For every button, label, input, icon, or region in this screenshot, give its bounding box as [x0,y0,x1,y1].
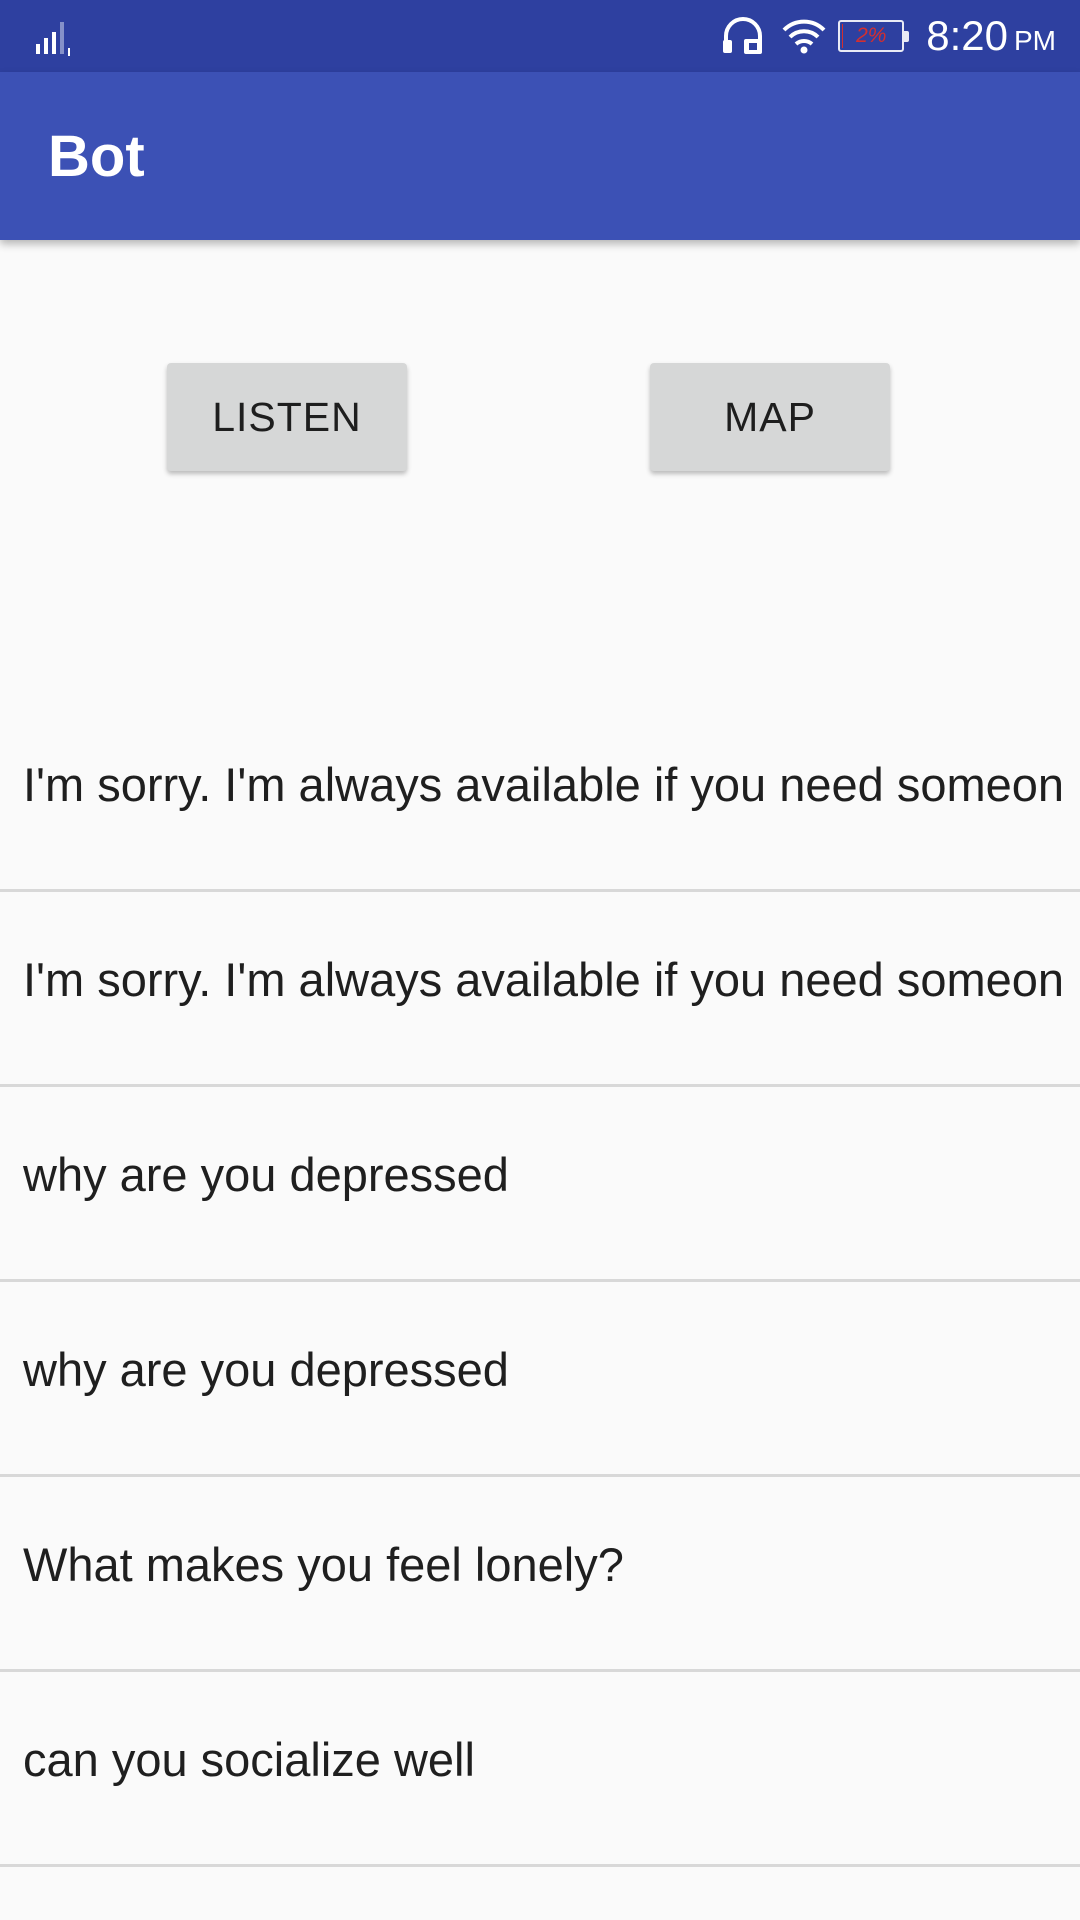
message-text: why are you depressed [23,1343,509,1396]
map-button[interactable]: MAP [650,363,890,471]
list-item[interactable]: why are you depressed [0,1087,1080,1282]
app-bar: Bot [0,72,1080,240]
battery-percentage: 2% [856,24,887,47]
message-text: What makes you feel lonely? [23,1538,624,1591]
clock-ampm: PM [1014,25,1056,56]
status-icons: 2% 8:20 PM [720,0,1056,72]
list-item[interactable]: I'm sorry. I'm always available if you n… [0,697,1080,892]
list-item[interactable]: I'm sorry. I'm always available if you n… [0,892,1080,1087]
battery-icon: 2% [838,20,910,52]
list-item[interactable]: can you socialize well [0,1672,1080,1867]
clock-time: 8:20 [926,12,1008,59]
app-title: Bot [48,124,145,189]
status-clock: 8:20 PM [926,12,1056,60]
listen-button[interactable]: LISTEN [167,363,407,471]
signal-icon [36,22,70,56]
message-text: can you socialize well [23,1733,475,1786]
list-item[interactable]: why are you depressed [0,1282,1080,1477]
message-text: why are you depressed [23,1148,509,1201]
message-text: I'm sorry. I'm always available if you n… [23,758,1065,811]
headset-icon [723,17,763,54]
battery-level [842,24,844,48]
status-bar: 2% 8:20 PM [0,0,1080,72]
wifi-icon [782,19,826,54]
list-item[interactable]: What makes you feel lonely? [0,1477,1080,1672]
message-list[interactable]: I'm sorry. I'm always available if you n… [0,697,1080,1867]
message-text: I'm sorry. I'm always available if you n… [23,953,1065,1006]
